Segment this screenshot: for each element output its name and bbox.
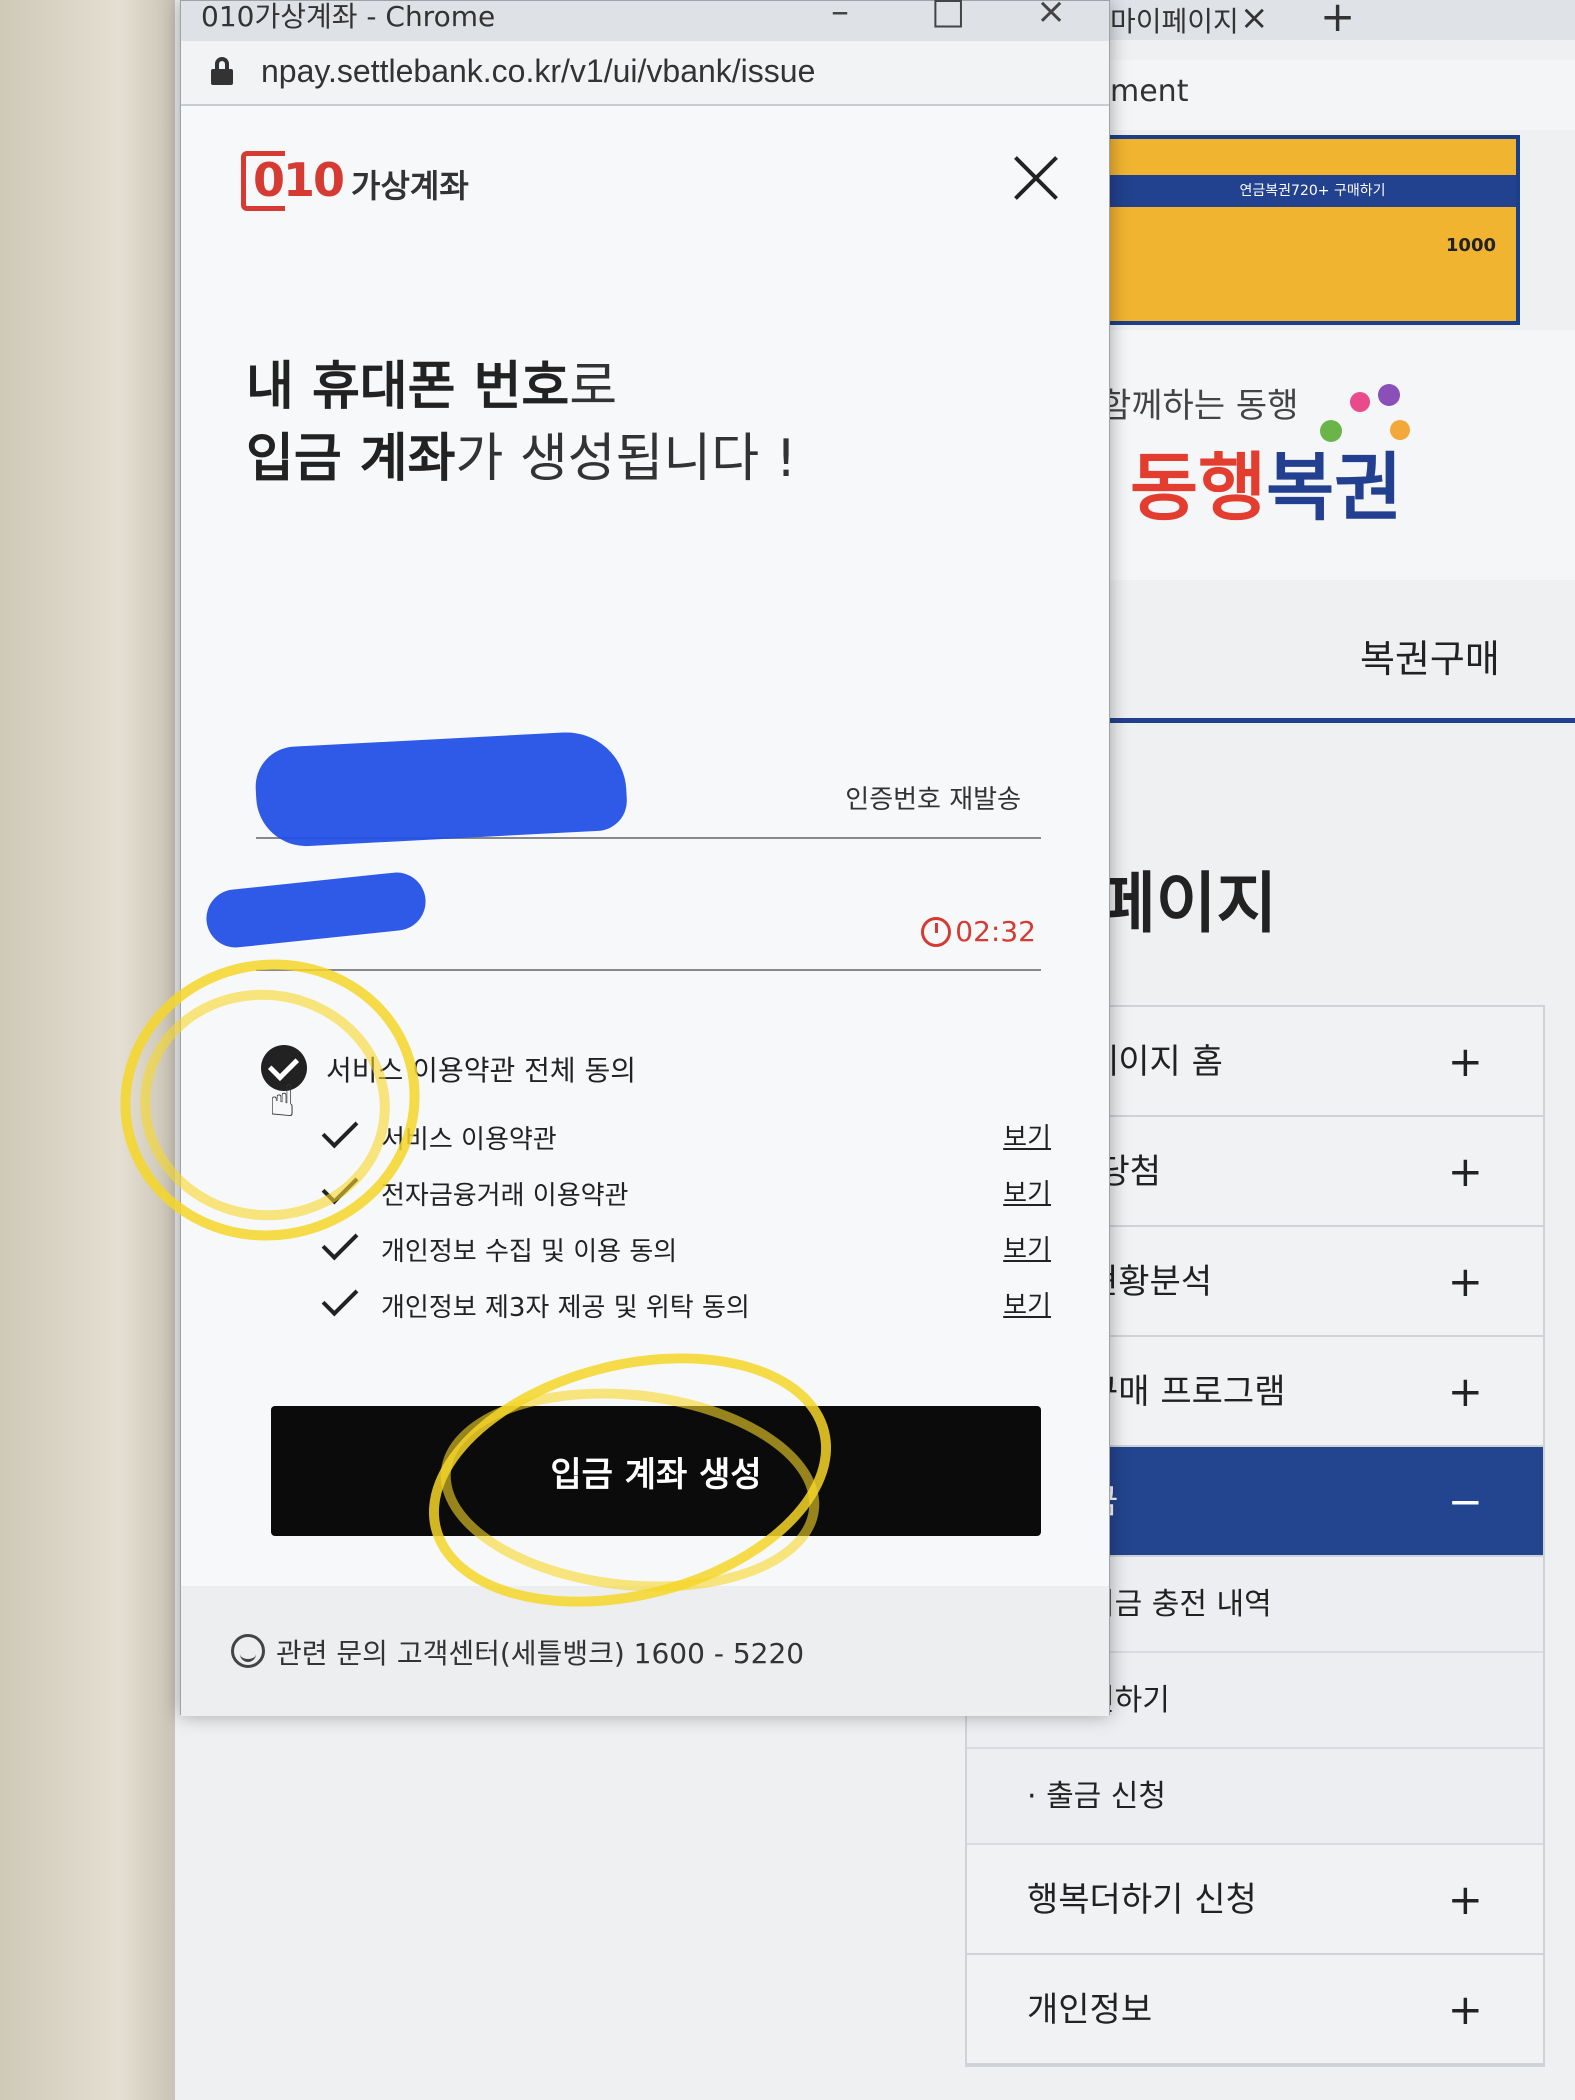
logo-tagline: 함께하는 동행 bbox=[1100, 386, 1299, 426]
banner-amount: 1000 bbox=[1445, 235, 1496, 256]
background-tab-title[interactable]: 마이페이지 bbox=[1110, 0, 1239, 40]
term-third-party[interactable]: 개인정보 제3자 제공 및 위탁 동의 보기 bbox=[321, 1279, 1051, 1329]
page-title: 페이지 bbox=[1095, 865, 1278, 942]
menu-item-happiness[interactable]: 행복더하기 신청 + bbox=[967, 1845, 1543, 1955]
popup-url: npay.settlebank.co.kr/v1/ui/vbank/issue bbox=[261, 53, 816, 89]
countdown-timer: 02:32 bbox=[955, 915, 1036, 948]
new-tab-icon[interactable]: + bbox=[1320, 0, 1355, 41]
background-address-bar[interactable]: ment bbox=[1100, 60, 1575, 130]
resend-code-button[interactable]: 인증번호 재발송 bbox=[845, 779, 1021, 816]
close-icon[interactable] bbox=[1011, 153, 1061, 203]
minus-icon: − bbox=[1447, 1477, 1483, 1526]
headline: 내 휴대폰 번호로 입금 계좌가 생성됩니다 ! bbox=[246, 351, 796, 495]
banner-title: 연금복권720+ 구매하기 bbox=[1109, 175, 1516, 207]
headline-line2-bold: 입금 계좌 bbox=[246, 429, 456, 489]
logo-part-1: 동행 bbox=[1130, 445, 1267, 531]
logo-dot-icon bbox=[1390, 420, 1410, 440]
maximize-icon[interactable]: □ bbox=[931, 0, 965, 32]
term-label: 전자금융거래 이용약관 bbox=[381, 1181, 629, 1211]
nav-lottery-purchase[interactable]: 복권구매 bbox=[1360, 628, 1500, 683]
submenu-item-withdraw[interactable]: · 출금 신청 bbox=[967, 1749, 1543, 1845]
view-link[interactable]: 보기 bbox=[1003, 1285, 1051, 1322]
plus-icon: + bbox=[1447, 1985, 1483, 2034]
plus-icon: + bbox=[1447, 1037, 1483, 1086]
plus-icon: + bbox=[1447, 1875, 1483, 1924]
view-link[interactable]: 보기 bbox=[1003, 1117, 1051, 1154]
window-close-icon[interactable]: × bbox=[1036, 0, 1066, 32]
background-url-fragment: ment bbox=[1110, 74, 1189, 109]
popup-titlebar[interactable]: 010가상계좌 - Chrome – □ × bbox=[181, 0, 1109, 41]
view-link[interactable]: 보기 bbox=[1003, 1229, 1051, 1266]
nav-divider bbox=[1095, 718, 1575, 723]
lock-icon bbox=[211, 57, 233, 85]
plus-icon: + bbox=[1447, 1257, 1483, 1306]
redaction-scribble bbox=[253, 729, 629, 849]
smile-icon bbox=[231, 1634, 265, 1668]
popup-footer: 관련 문의 고객센터(세틀뱅크) 1600 - 5220 bbox=[181, 1586, 1109, 1716]
logo-dot-icon bbox=[1378, 384, 1400, 406]
headline-line2-rest: 가 생성됩니다 ! bbox=[455, 429, 797, 489]
menu-label: 개인정보 bbox=[1027, 1990, 1153, 2030]
customer-center-text: 관련 문의 고객센터(세틀뱅크) 1600 - 5220 bbox=[276, 1637, 805, 1670]
logo-part-2: 복권 bbox=[1266, 445, 1403, 531]
brand-text: 가상계좌 bbox=[351, 167, 469, 205]
term-privacy-collection[interactable]: 개인정보 수집 및 이용 동의 보기 bbox=[321, 1223, 1051, 1273]
popup-address-bar[interactable]: npay.settlebank.co.kr/v1/ui/vbank/issue bbox=[181, 41, 1109, 106]
plus-icon: + bbox=[1447, 1367, 1483, 1416]
term-electronic-finance[interactable]: 전자금융거래 이용약관 보기 bbox=[321, 1167, 1051, 1217]
plus-icon: + bbox=[1447, 1147, 1483, 1196]
logo-dot-icon bbox=[1350, 392, 1370, 412]
menu-item-personal-info[interactable]: 개인정보 + bbox=[967, 1955, 1543, 2065]
logo-dot-icon bbox=[1320, 420, 1342, 442]
headline-line1-bold: 내 휴대폰 번호 bbox=[246, 357, 570, 417]
term-service[interactable]: 서비스 이용약관 보기 bbox=[321, 1111, 1051, 1161]
minimize-icon[interactable]: – bbox=[831, 0, 849, 32]
view-link[interactable]: 보기 bbox=[1003, 1173, 1051, 1210]
checkmark-icon bbox=[321, 1223, 359, 1261]
lottery-banner[interactable]: 연금복권720+ 구매하기 1000 bbox=[1105, 135, 1520, 325]
tab-close-icon[interactable]: × bbox=[1240, 0, 1269, 38]
site-logo[interactable]: 동행복권 bbox=[1130, 428, 1402, 535]
checkmark-icon bbox=[321, 1279, 359, 1317]
clock-icon bbox=[921, 917, 951, 947]
term-label: 개인정보 제3자 제공 및 위탁 동의 bbox=[381, 1293, 750, 1323]
menu-label: 행복더하기 신청 bbox=[1027, 1880, 1257, 1920]
brand-number: 010 bbox=[253, 153, 345, 207]
headline-line1-rest: 로 bbox=[569, 357, 618, 417]
menu-label: 구매 프로그램 bbox=[1087, 1372, 1286, 1412]
popup-window-title: 010가상계좌 - Chrome bbox=[201, 0, 496, 33]
term-label: 개인정보 수집 및 이용 동의 bbox=[381, 1237, 678, 1267]
